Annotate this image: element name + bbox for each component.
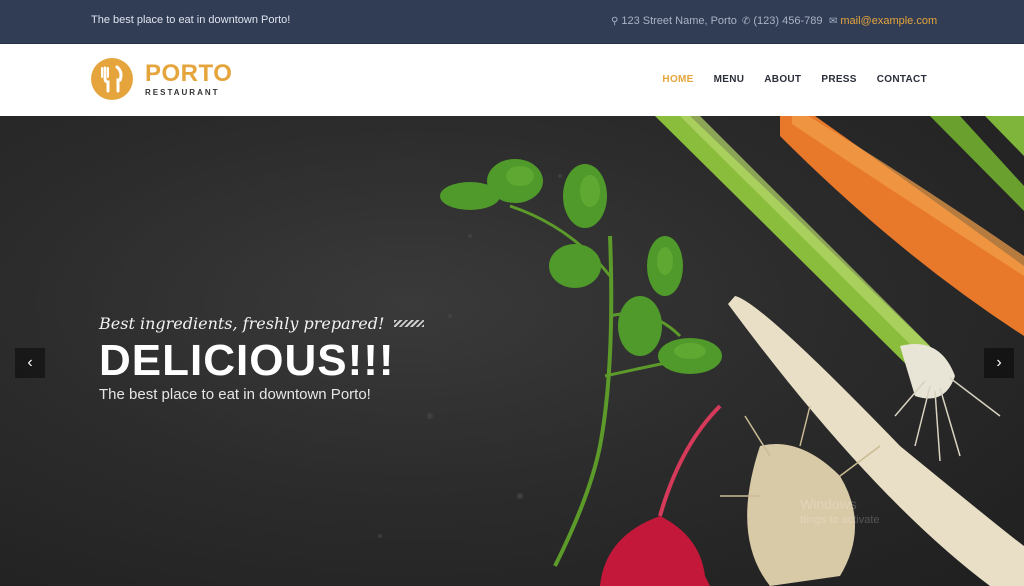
envelope-icon: ✉: [829, 15, 838, 27]
top-bar-tagline: The best place to eat in downtown Porto!: [91, 14, 291, 26]
logo-subtitle: RESTAURANT: [145, 87, 220, 97]
logo-name: PORTO: [145, 59, 233, 87]
chevron-right-icon: ›: [996, 354, 1002, 371]
slider-prev-button[interactable]: ‹: [15, 348, 45, 378]
phone-text: (123) 456-789: [753, 15, 823, 27]
watermark-line1: Windows: [800, 496, 857, 512]
hero-kicker: Best ingredients, freshly prepared!: [99, 314, 425, 333]
address-info: ⚲ 123 Street Name, Porto: [611, 15, 737, 27]
address-text: 123 Street Name, Porto: [621, 15, 737, 27]
hero-subline: The best place to eat in downtown Porto!: [99, 386, 371, 403]
hero-headline: DELICIOUS!!!: [99, 336, 395, 385]
main-nav: HOME MENU ABOUT PRESS CONTACT: [662, 74, 927, 85]
nav-menu[interactable]: MENU: [714, 74, 745, 85]
nav-about[interactable]: ABOUT: [764, 74, 801, 85]
site-header: PORTO RESTAURANT HOME MENU ABOUT PRESS C…: [0, 44, 1024, 116]
nav-contact[interactable]: CONTACT: [877, 74, 927, 85]
email-link[interactable]: mail@example.com: [840, 15, 937, 27]
hero-kicker-text: Best ingredients, freshly prepared!: [99, 314, 385, 333]
phone-icon: ✆: [742, 15, 751, 27]
phone-info: ✆ (123) 456-789: [742, 15, 823, 27]
slider-next-button[interactable]: ›: [984, 348, 1014, 378]
hero-slider: Best ingredients, freshly prepared! DELI…: [0, 116, 1024, 586]
activation-watermark: Windows ttings to activate: [800, 496, 880, 526]
nav-home[interactable]: HOME: [662, 74, 693, 85]
site-logo[interactable]: PORTO RESTAURANT: [91, 58, 232, 100]
decorative-stripes: [394, 320, 425, 327]
nav-press[interactable]: PRESS: [821, 74, 856, 85]
email-info[interactable]: ✉ mail@example.com: [829, 15, 937, 27]
watermark-line2: ttings to activate: [800, 514, 880, 526]
top-bar: The best place to eat in downtown Porto!…: [0, 0, 1024, 44]
chevron-left-icon: ‹: [27, 354, 33, 371]
map-pin-icon: ⚲: [611, 15, 619, 27]
fork-knife-logo-icon: [91, 58, 133, 100]
